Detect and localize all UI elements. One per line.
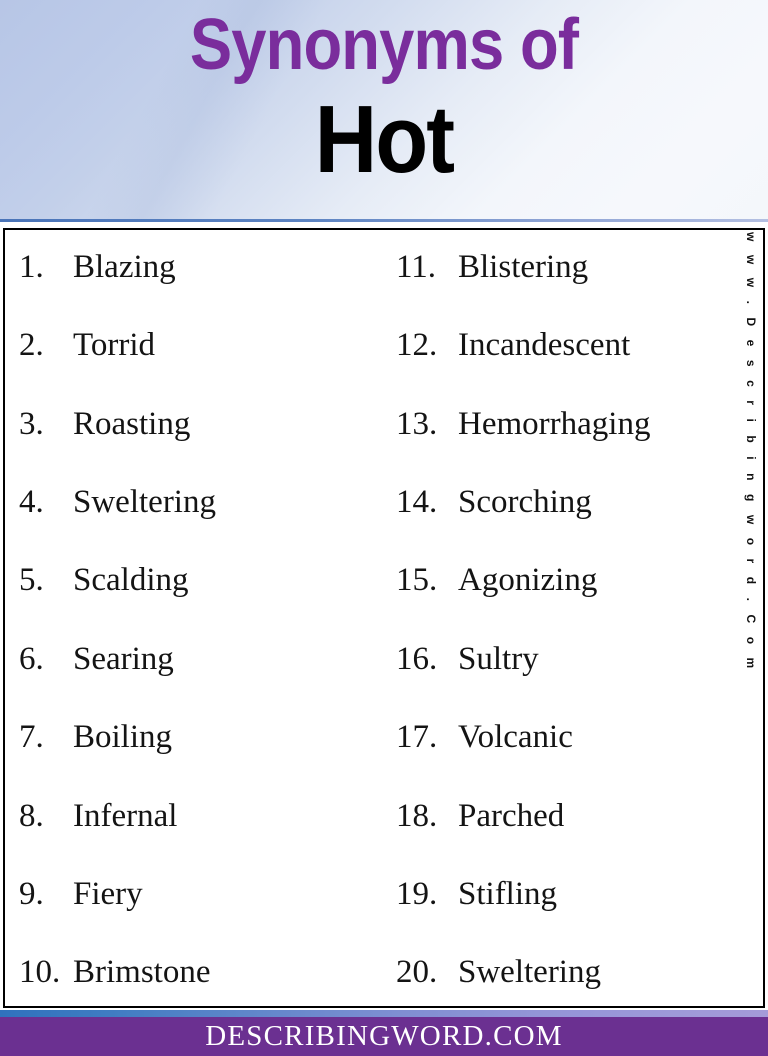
list-item-number: 16. [396, 640, 438, 677]
list-item-number: 18. [396, 797, 438, 834]
header-divider-rule [0, 219, 768, 222]
list-item-number: 17. [396, 719, 438, 756]
list-item-word: Scorching [458, 484, 592, 521]
list-item-word: Agonizing [458, 562, 598, 599]
list-item-number: 2. [19, 327, 44, 364]
list-item: 5. Scalding [19, 563, 384, 598]
list-item-word: Boiling [73, 719, 173, 756]
list-item-number: 5. [19, 562, 44, 599]
list-item-number: 14. [396, 484, 438, 521]
synonyms-list-container: 1. Blazing 2. Torrid 3. Roasting 4. Swel… [3, 228, 765, 1008]
list-item: 7. Boiling [19, 720, 384, 755]
list-item-word: Sweltering [458, 954, 601, 991]
list-item-number: 8. [19, 797, 44, 834]
list-item: 1. Blazing [19, 250, 384, 285]
list-item-number: 20. [396, 954, 438, 991]
list-item-number: 11. [396, 249, 437, 285]
list-item: 4. Sweltering [19, 485, 384, 520]
list-item: 6. Searing [19, 642, 384, 677]
synonyms-column-left: 1. Blazing 2. Torrid 3. Roasting 4. Swel… [5, 246, 384, 994]
list-item-word: Fiery [73, 875, 143, 912]
list-item-number: 12. [396, 327, 438, 364]
page-title-word: Hot [314, 86, 455, 193]
footer-gradient-strip [0, 1010, 768, 1017]
list-item: 15. Agonizing [396, 563, 763, 598]
list-item-number: 10. [19, 954, 61, 991]
synonyms-column-right: 11. Blistering 12. Incandescent 13. Hemo… [384, 246, 763, 994]
list-item-word: Blazing [73, 249, 176, 285]
list-item-number: 4. [19, 484, 44, 521]
list-item-word: Blistering [458, 249, 589, 285]
list-item-number: 13. [396, 405, 438, 442]
list-item: 13. Hemorrhaging [396, 407, 763, 442]
list-item-number: 7. [19, 719, 44, 756]
list-item-word: Scalding [73, 562, 189, 599]
list-item-word: Searing [73, 640, 174, 677]
list-item-number: 1. [19, 249, 44, 285]
list-item-word: Torrid [73, 327, 156, 364]
list-item-number: 6. [19, 640, 44, 677]
list-item-number: 9. [19, 875, 44, 912]
list-item: 8. Infernal [19, 797, 384, 834]
list-item-number: 15. [396, 562, 438, 599]
list-item: 17. Volcanic [396, 720, 763, 755]
footer-bar: DESCRIBINGWORD.COM [0, 1017, 768, 1056]
list-item: 19. Stifling [396, 877, 763, 912]
list-item-word: Parched [458, 797, 565, 834]
list-item: 18. Parched [396, 797, 763, 834]
list-item-number: 19. [396, 875, 438, 912]
list-item-word: Sweltering [73, 484, 216, 521]
list-item-number: 3. [19, 405, 44, 442]
list-item: 9. Fiery [19, 877, 384, 912]
footer-site-name: DESCRIBINGWORD.COM [205, 1020, 563, 1052]
list-item-word: Hemorrhaging [458, 405, 651, 442]
list-item-word: Sultry [458, 640, 539, 677]
poster-header: Synonyms of Hot [0, 0, 768, 222]
list-item-word: Roasting [73, 405, 191, 442]
list-item: 12. Incandescent [396, 328, 763, 363]
list-item: 20. Sweltering [396, 955, 763, 990]
list-item-word: Brimstone [73, 954, 211, 991]
list-item: 14. Scorching [396, 485, 763, 520]
list-item-word: Stifling [458, 875, 558, 912]
synonyms-poster: Synonyms of Hot 1. Blazing 2. Torrid 3. … [0, 0, 768, 1056]
list-item: 11. Blistering [396, 250, 763, 285]
synonyms-columns: 1. Blazing 2. Torrid 3. Roasting 4. Swel… [5, 230, 763, 1006]
page-title-prefix: Synonyms of [189, 5, 579, 85]
list-item: 3. Roasting [19, 407, 384, 442]
list-item-word: Incandescent [458, 327, 631, 364]
list-item-word: Infernal [73, 797, 178, 834]
list-item-word: Volcanic [458, 719, 573, 756]
list-item: 2. Torrid [19, 328, 384, 363]
list-item: 10. Brimstone [19, 955, 384, 990]
list-item: 16. Sultry [396, 642, 763, 677]
